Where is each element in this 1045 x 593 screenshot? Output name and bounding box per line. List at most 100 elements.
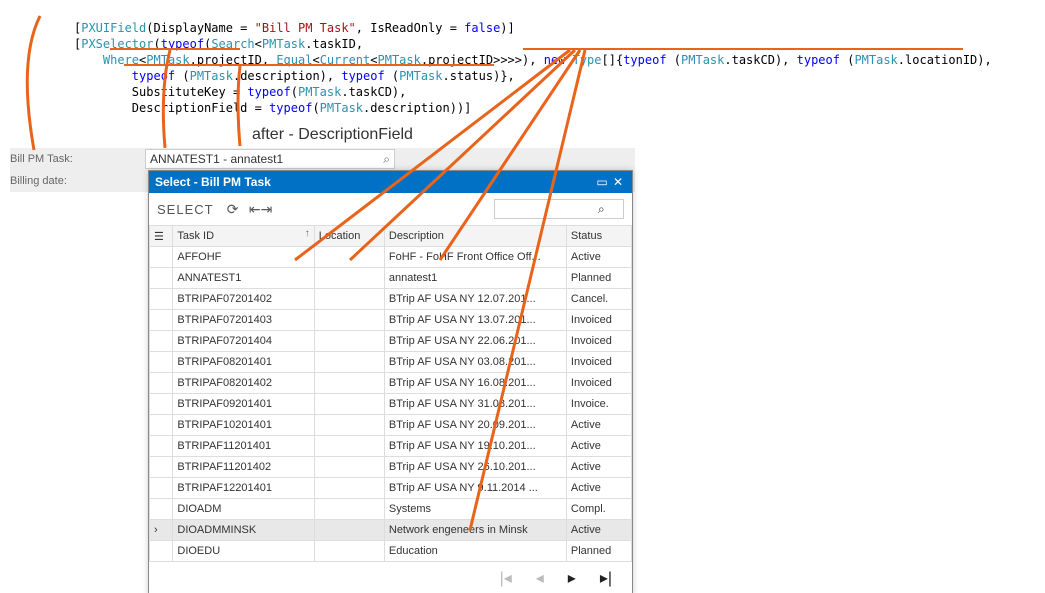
cell-description: Education [384, 541, 566, 562]
pager-next-icon[interactable]: ▸ [568, 568, 576, 588]
search-input[interactable] [499, 202, 598, 216]
cell-status: Active [566, 520, 631, 541]
cell-status: Active [566, 247, 631, 268]
cell-location [314, 478, 384, 499]
cell-status: Cancel. [566, 289, 631, 310]
table-row[interactable]: BTRIPAF08201402 BTrip AF USA NY 16.08.201… [150, 373, 632, 394]
cell-status: Invoice. [566, 394, 631, 415]
cell-status: Active [566, 478, 631, 499]
row-caret [150, 289, 173, 310]
cell-location [314, 457, 384, 478]
cell-location [314, 373, 384, 394]
cell-location [314, 352, 384, 373]
table-row[interactable]: AFFOHFFoHF - FoHF Front Office Off...Act… [150, 247, 632, 268]
cell-status: Active [566, 457, 631, 478]
table-row[interactable]: ANNATEST1 annatest1Planned [150, 268, 632, 289]
cell-description: Systems [384, 499, 566, 520]
cell-taskid: BTRIPAF11201402 [173, 457, 314, 478]
col-description[interactable]: Description [384, 226, 566, 247]
table-row[interactable]: ›DIOADMMINSK Network engeneers in MinskAc… [150, 520, 632, 541]
cell-location [314, 415, 384, 436]
cell-location [314, 541, 384, 562]
row-caret [150, 478, 173, 499]
col-taskid[interactable]: Task ID↑ [173, 226, 314, 247]
cell-taskid: BTRIPAF09201401 [173, 394, 314, 415]
popup-title-text: Select - Bill PM Task [155, 175, 594, 189]
search-box[interactable]: ⌕ [494, 199, 624, 219]
underline-3 [124, 64, 494, 66]
table-row[interactable]: BTRIPAF07201402BTrip AF USA NY 12.07.201… [150, 289, 632, 310]
table-row[interactable]: DIOEDU EducationPlanned [150, 541, 632, 562]
table-row[interactable]: DIOADMSystemsCompl. [150, 499, 632, 520]
cell-taskid: BTRIPAF07201404 [173, 331, 314, 352]
table-row[interactable]: BTRIPAF08201401 BTrip AF USA NY 03.08.201… [150, 352, 632, 373]
pager-prev-icon[interactable]: ◂ [536, 568, 544, 588]
row-caret [150, 310, 173, 331]
row-caret [150, 331, 173, 352]
col-status[interactable]: Status [566, 226, 631, 247]
cell-taskid: BTRIPAF07201403 [173, 310, 314, 331]
row-caret [150, 415, 173, 436]
cell-description: BTrip AF USA NY 16.08.201... [384, 373, 566, 394]
popup-titlebar[interactable]: Select - Bill PM Task ▭ ✕ [149, 171, 632, 193]
cell-description: BTrip AF USA NY 19.10.201... [384, 436, 566, 457]
col-location[interactable]: Location [314, 226, 384, 247]
table-row[interactable]: BTRIPAF09201401 BTrip AF USA NY 31.08.201… [150, 394, 632, 415]
cell-description: BTrip AF USA NY 31.08.201... [384, 394, 566, 415]
popup-toolbar: SELECT ⟳ ⇤⇥ ⌕ [149, 193, 632, 225]
table-row[interactable]: BTRIPAF10201401BTrip AF USA NY 20.09.201… [150, 415, 632, 436]
cell-taskid: DIOEDU [173, 541, 314, 562]
cell-status: Invoiced [566, 352, 631, 373]
row-caret [150, 499, 173, 520]
table-row[interactable]: BTRIPAF11201402 BTrip AF USA NY 26.10.201… [150, 457, 632, 478]
cell-status: Compl. [566, 499, 631, 520]
cell-location [314, 436, 384, 457]
row-caret [150, 247, 173, 268]
cell-description: BTrip AF USA NY 26.10.201... [384, 457, 566, 478]
cell-taskid: BTRIPAF08201401 [173, 352, 314, 373]
input-billpmtask[interactable]: ANNATEST1 - annatest1 ⌕ [145, 149, 395, 169]
cell-taskid: BTRIPAF12201401 [173, 478, 314, 499]
cell-location [314, 247, 384, 268]
col-selector[interactable]: ☰ [150, 226, 173, 247]
cell-location [314, 520, 384, 541]
input-billpmtask-value: ANNATEST1 - annatest1 [150, 152, 383, 166]
cell-description: BTrip AF USA NY 03.08.201... [384, 352, 566, 373]
row-caret [150, 268, 173, 289]
row-caret [150, 352, 173, 373]
underline-1 [110, 48, 240, 50]
table-row[interactable]: BTRIPAF11201401BTrip AF USA NY 19.10.201… [150, 436, 632, 457]
search-icon[interactable]: ⌕ [598, 202, 605, 217]
cell-taskid: DIOADMMINSK [173, 520, 314, 541]
row-caret: › [150, 520, 173, 541]
maximize-icon[interactable]: ▭ [594, 175, 610, 189]
cell-taskid: BTRIPAF08201402 [173, 373, 314, 394]
selector-popup: Select - Bill PM Task ▭ ✕ SELECT ⟳ ⇤⇥ ⌕ … [148, 170, 633, 593]
pager-last-icon[interactable]: ▸| [600, 568, 612, 588]
cell-description: Network engeneers in Minsk [384, 520, 566, 541]
annotation-after: after - DescriptionField [252, 126, 413, 144]
table-row[interactable]: BTRIPAF07201403BTrip AF USA NY 13.07.201… [150, 310, 632, 331]
refresh-icon[interactable]: ⟳ [224, 200, 242, 218]
row-caret [150, 541, 173, 562]
search-icon[interactable]: ⌕ [383, 152, 390, 167]
pager-first-icon[interactable]: |◂ [500, 568, 512, 588]
fit-columns-icon[interactable]: ⇤⇥ [252, 200, 270, 218]
cell-location [314, 310, 384, 331]
underline-2 [523, 48, 963, 50]
cell-location [314, 331, 384, 352]
cell-description: annatest1 [384, 268, 566, 289]
table-row[interactable]: BTRIPAF07201404BTrip AF USA NY 22.06.201… [150, 331, 632, 352]
label-billingdate: Billing date: [10, 175, 145, 187]
cell-status: Planned [566, 268, 631, 289]
cell-taskid: BTRIPAF07201402 [173, 289, 314, 310]
cell-status: Planned [566, 541, 631, 562]
code-block: [PXUIField(DisplayName = "Bill PM Task",… [74, 4, 992, 116]
row-caret [150, 436, 173, 457]
cell-taskid: ANNATEST1 [173, 268, 314, 289]
row-caret [150, 373, 173, 394]
select-button[interactable]: SELECT [157, 202, 214, 217]
cell-taskid: BTRIPAF10201401 [173, 415, 314, 436]
close-icon[interactable]: ✕ [610, 175, 626, 189]
table-row[interactable]: BTRIPAF12201401BTrip AF USA NY 9.11.2014… [150, 478, 632, 499]
